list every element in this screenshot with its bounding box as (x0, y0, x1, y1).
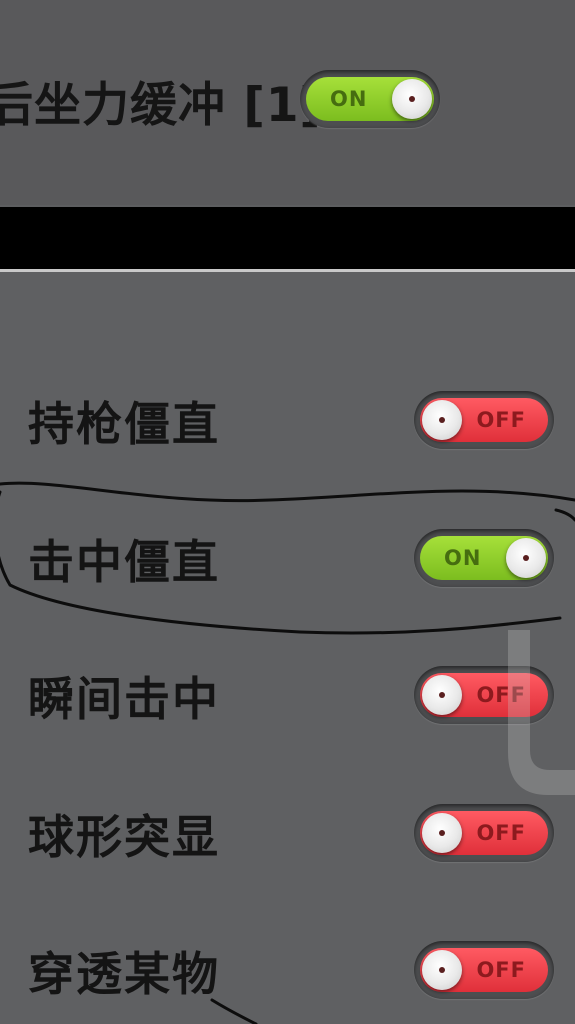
toggle-switch-aim-stiff[interactable]: OFF (414, 391, 554, 449)
knob-dot-icon (409, 96, 415, 102)
setting-label-sphere-highlight: 球形突显 (28, 810, 220, 864)
toggle-knob (506, 538, 546, 578)
toggle-track: OFF (420, 673, 548, 717)
toggle-track: OFF (420, 398, 548, 442)
top-settings-panel: 后坐力缓冲 [1] ON (0, 0, 575, 205)
toggle-switch-instant-hit[interactable]: OFF (414, 666, 554, 724)
toggle-state-text: OFF (476, 958, 526, 982)
toggle-state-text: ON (444, 546, 482, 570)
setting-label-penetrate: 穿透某物 (28, 947, 220, 1001)
toggle-switch-recoil[interactable]: ON (300, 70, 440, 128)
setting-label-aim-stiff: 持枪僵直 (28, 397, 220, 451)
section-divider (0, 207, 575, 269)
toggle-knob (422, 813, 462, 853)
knob-dot-icon (439, 692, 445, 698)
toggle-track: ON (306, 77, 434, 121)
setting-label-recoil: 后坐力缓冲 [1] (0, 78, 323, 133)
knob-dot-icon (523, 555, 529, 561)
toggle-track: OFF (420, 948, 548, 992)
knob-dot-icon (439, 417, 445, 423)
toggle-state-text: ON (330, 87, 368, 111)
toggle-track: OFF (420, 811, 548, 855)
toggle-state-text: OFF (476, 821, 526, 845)
settings-panel (0, 272, 575, 1024)
knob-dot-icon (439, 967, 445, 973)
toggle-switch-penetrate[interactable]: OFF (414, 941, 554, 999)
toggle-state-text: OFF (476, 408, 526, 432)
toggle-knob (422, 400, 462, 440)
toggle-knob (422, 675, 462, 715)
toggle-knob (422, 950, 462, 990)
setting-label-hit-stiff: 击中僵直 (28, 535, 220, 589)
toggle-switch-sphere-highlight[interactable]: OFF (414, 804, 554, 862)
toggle-switch-hit-stiff[interactable]: ON (414, 529, 554, 587)
toggle-track: ON (420, 536, 548, 580)
setting-label-instant-hit: 瞬间击中 (28, 672, 220, 726)
knob-dot-icon (439, 830, 445, 836)
toggle-state-text: OFF (476, 683, 526, 707)
toggle-knob (392, 79, 432, 119)
